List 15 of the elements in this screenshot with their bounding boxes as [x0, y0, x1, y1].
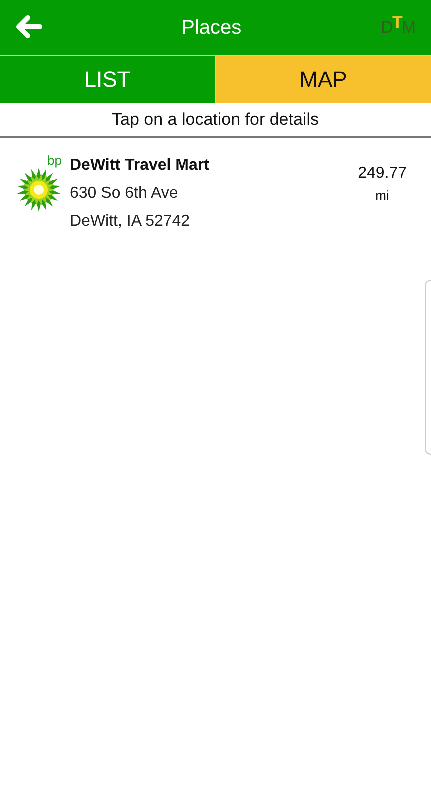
brand-text: bp: [48, 154, 62, 167]
place-name: DeWitt Travel Mart: [70, 156, 210, 176]
screen-title: Places: [182, 16, 242, 40]
place-city: DeWitt, IA 52742: [70, 212, 192, 232]
edge-handle[interactable]: [425, 280, 431, 455]
place-item[interactable]: bp DeWitt Travel Mart 630 So 6th Ave DeWitt, IA 52742 249.77 mi: [0, 138, 431, 242]
place-address: 630 So 6th Ave: [70, 184, 180, 204]
tab[interactable]: MAP: [216, 56, 431, 103]
distance-unit: mi: [376, 187, 390, 205]
sunflower-icon: [16, 167, 62, 213]
back-button[interactable]: [16, 15, 42, 40]
distance-value: 249.77: [358, 164, 407, 184]
hint-text: Tap on a location for details: [112, 108, 319, 131]
logo: DTM: [381, 14, 415, 39]
tab[interactable]: LIST: [0, 56, 215, 103]
